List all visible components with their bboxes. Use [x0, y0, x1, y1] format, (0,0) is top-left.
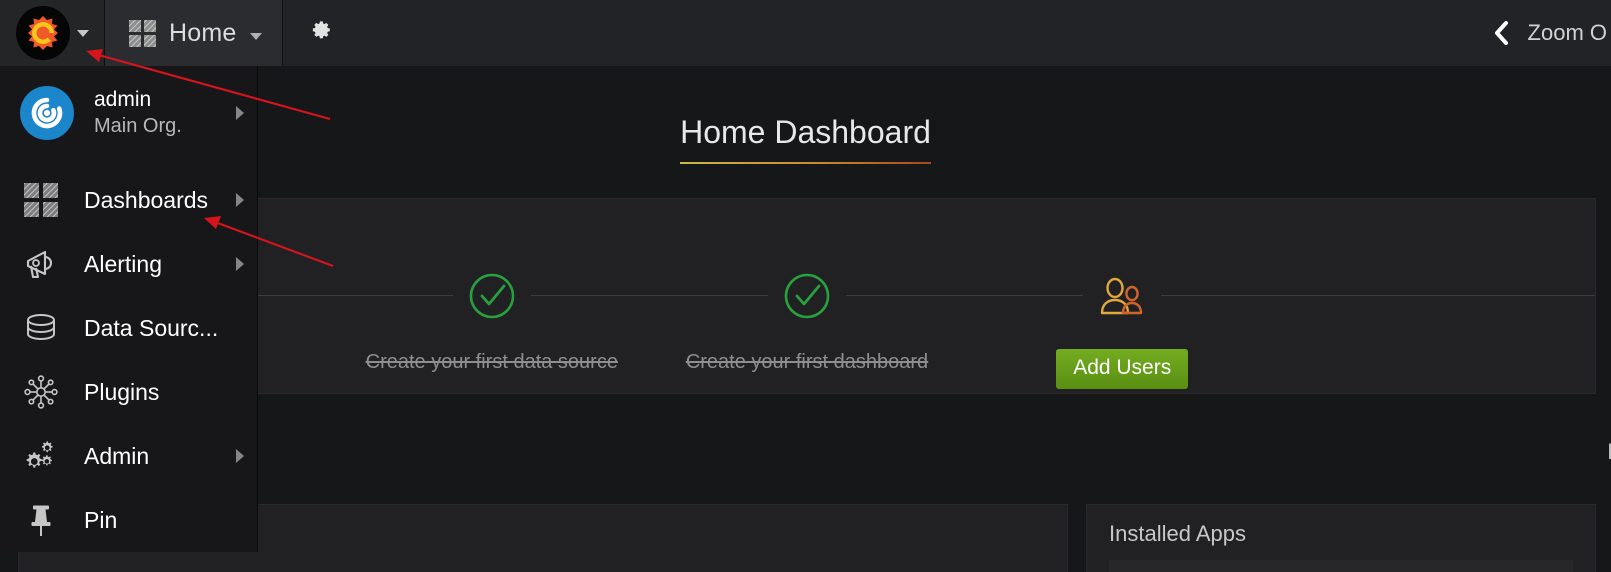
step-add-users[interactable]: Add Users	[964, 257, 1280, 389]
page-title: Home Dashboard	[680, 114, 931, 164]
user-name: admin	[94, 87, 152, 111]
step-create-data-source[interactable]: Create your first data source	[334, 257, 650, 374]
step-label: Create your first data source	[365, 351, 618, 373]
navbar-right-group: Zoom O	[1480, 0, 1611, 66]
chevron-left-icon[interactable]	[1490, 19, 1512, 47]
users-icon	[1083, 257, 1162, 335]
dashboard-grid-icon	[20, 179, 62, 221]
settings-button[interactable]	[283, 0, 358, 66]
sidebar-item-label: Alerting	[84, 250, 162, 277]
installed-apps-panel: Installed Apps None installed. Browse Gr…	[1086, 504, 1596, 572]
plugin-snowflake-icon	[20, 371, 62, 413]
caret-right-icon	[236, 449, 244, 463]
step-label: Create your first dashboard	[685, 351, 929, 373]
main-dropdown-menu: admin Main Org. Dashboards Alerting Data…	[0, 66, 258, 552]
caret-right-icon	[236, 193, 244, 207]
grafana-logo-button[interactable]	[0, 0, 105, 66]
caret-right-icon	[236, 257, 244, 271]
step-connector-line	[1279, 295, 1596, 296]
navbar-spacer	[358, 0, 1480, 66]
sidebar-item-label: Plugins	[84, 378, 160, 405]
megaphone-icon	[20, 243, 62, 285]
sidebar-item-label: Data Sourc...	[84, 314, 219, 341]
dashboard-grid-icon	[129, 19, 156, 47]
installed-apps-row: None installed. Browse Grafana.net	[1109, 560, 1573, 572]
check-circle-icon	[768, 257, 846, 335]
user-info-block: admin Main Org.	[94, 87, 182, 139]
caret-down-icon	[76, 29, 89, 37]
home-nav-label: Home	[169, 18, 237, 47]
user-org: Main Org.	[94, 114, 182, 137]
sidebar-item-plugins[interactable]: Plugins	[0, 360, 257, 424]
caret-down-icon	[249, 32, 262, 40]
sidebar-item-pin[interactable]: Pin	[0, 488, 257, 552]
installed-apps-panel-title: Installed Apps	[1109, 521, 1246, 546]
menu-divider	[0, 154, 257, 168]
zoom-out-label[interactable]: Zoom O	[1528, 20, 1611, 46]
grafana-logo-icon	[15, 6, 70, 60]
sidebar-item-alerting[interactable]: Alerting	[0, 232, 257, 296]
caret-right-icon	[236, 106, 244, 120]
sidebar-item-data-sources[interactable]: Data Sourc...	[0, 296, 257, 360]
database-icon	[20, 307, 62, 349]
edge-cut-fragment: In	[1607, 439, 1611, 464]
gear-icon	[307, 17, 334, 49]
sidebar-item-dashboards[interactable]: Dashboards	[0, 168, 257, 232]
cogs-icon	[20, 435, 62, 477]
step-create-dashboard[interactable]: Create your first dashboard	[649, 257, 965, 374]
top-navbar: Home Zoom O	[0, 0, 1611, 66]
grafana-app-root: Home Dashboard Install Grafana Install G…	[0, 0, 1611, 572]
pin-icon	[20, 499, 62, 541]
check-circle-icon	[452, 257, 531, 335]
add-users-button[interactable]: Add Users	[1056, 349, 1189, 389]
sidebar-item-label: Dashboards	[84, 186, 209, 213]
sidebar-item-admin[interactable]: Admin	[0, 424, 257, 488]
sidebar-item-label: Pin	[84, 506, 118, 533]
sidebar-item-label: Admin	[84, 442, 150, 469]
menu-item-user-profile[interactable]: admin Main Org.	[0, 72, 257, 154]
home-nav-button[interactable]: Home	[105, 0, 283, 66]
user-avatar-icon	[20, 86, 74, 140]
